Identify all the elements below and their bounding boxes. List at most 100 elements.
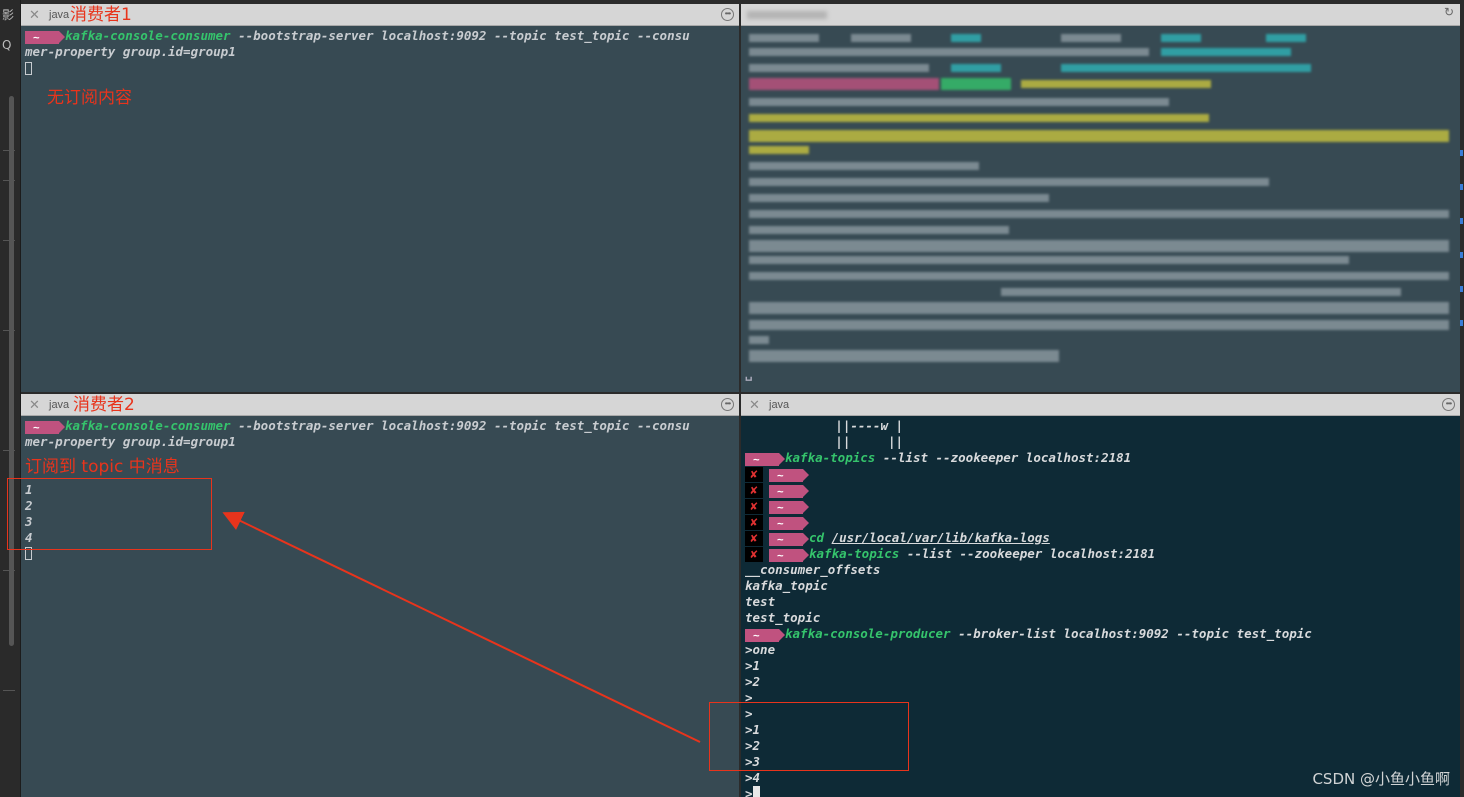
command-name: cd bbox=[809, 530, 825, 545]
terminal-line: test_topic bbox=[745, 610, 820, 626]
output-text: __consumer_offsets bbox=[745, 562, 881, 577]
blurred-text bbox=[749, 98, 1169, 106]
tab-title: java bbox=[49, 9, 70, 21]
terminal-line: __consumer_offsets bbox=[745, 562, 880, 578]
output-text: ||----w | bbox=[745, 418, 904, 433]
close-icon[interactable]: ✕ bbox=[29, 7, 40, 23]
terminal-line: ✘ ~ bbox=[745, 514, 809, 530]
blurred-text bbox=[749, 48, 1149, 56]
output-text: > bbox=[745, 786, 753, 797]
blurred-text bbox=[749, 194, 1049, 202]
terminal-line: test bbox=[745, 594, 775, 610]
left-edge-sidebar: 影 Q bbox=[0, 0, 21, 797]
command-name: kafka-topics bbox=[785, 450, 876, 465]
terminal-line: ||----w | bbox=[745, 418, 903, 434]
output-text: >one bbox=[745, 642, 776, 657]
annotation-received: 订阅到 topic 中消息 bbox=[25, 457, 180, 477]
prompt-badge: ~ bbox=[745, 453, 785, 466]
terminal-line: ~ kafka-console-consumer --bootstrap-serv… bbox=[25, 418, 690, 434]
blurred-text bbox=[749, 162, 979, 170]
command-args: --list --zookeeper localhost:2181 bbox=[899, 546, 1156, 561]
command-args: --broker-list localhost:9092 --topic tes… bbox=[950, 626, 1312, 641]
prompt-badge: ~ bbox=[25, 421, 65, 434]
sidebar-divider bbox=[3, 690, 15, 691]
output-text: test bbox=[745, 594, 776, 609]
close-icon[interactable]: ✕ bbox=[29, 397, 40, 413]
blurred-text bbox=[749, 210, 1449, 218]
command-name: kafka-console-consumer bbox=[65, 28, 231, 43]
terminal-line: ✘ ~ cd /usr/local/var/lib/kafka-logs bbox=[745, 530, 1050, 546]
error-x-icon: ✘ bbox=[745, 531, 763, 546]
tab-title: java bbox=[769, 399, 790, 411]
blurred-text bbox=[749, 272, 1449, 280]
blurred-text bbox=[749, 64, 929, 72]
error-x-icon: ✘ bbox=[745, 499, 763, 514]
annotation-consumer-1: 消费者1 bbox=[70, 5, 132, 25]
command-args: --list --zookeeper localhost:2181 bbox=[875, 450, 1132, 465]
error-x-icon: ✘ bbox=[745, 483, 763, 498]
terminal-cursor bbox=[25, 62, 32, 75]
prompt-badge: ~ bbox=[769, 517, 809, 530]
terminal-pane-blurred[interactable]: ↻ ␣ bbox=[741, 4, 1460, 392]
command-name: kafka-console-consumer bbox=[65, 418, 231, 433]
blurred-text bbox=[749, 256, 1349, 264]
terminal-line: >one bbox=[745, 642, 775, 658]
highlight-box-sent bbox=[709, 702, 909, 771]
more-options-icon[interactable]: ••• bbox=[721, 398, 734, 411]
blurred-text bbox=[951, 64, 1001, 72]
sidebar-scrollbar[interactable] bbox=[9, 96, 14, 646]
blurred-text bbox=[749, 78, 939, 90]
blurred-text bbox=[749, 350, 1059, 362]
terminal-line: kafka_topic bbox=[745, 578, 828, 594]
more-options-icon[interactable]: ••• bbox=[721, 8, 734, 21]
blurred-text bbox=[1161, 34, 1201, 42]
terminal-line: ✘ ~ bbox=[745, 466, 809, 482]
terminal-output[interactable]: ~ kafka-console-consumer --bootstrap-serv… bbox=[21, 26, 739, 392]
output-text: test_topic bbox=[745, 610, 821, 625]
terminal-line: ✘ ~ kafka-topics --list --zookeeper localh… bbox=[745, 546, 1155, 562]
close-icon[interactable]: ✕ bbox=[749, 397, 760, 413]
error-x-icon: ✘ bbox=[745, 467, 763, 482]
blurred-text bbox=[941, 78, 1011, 90]
blurred-text bbox=[749, 130, 1449, 142]
blurred-terminal-output: ␣ bbox=[741, 26, 1460, 392]
terminal-line: mer-property group.id=group1 bbox=[25, 44, 236, 59]
output-text: kafka_topic bbox=[745, 578, 828, 593]
command-args: --bootstrap-server localhost:9092 --topi… bbox=[230, 28, 690, 43]
sidebar-glyph: Q bbox=[2, 38, 12, 52]
error-x-icon: ✘ bbox=[745, 547, 763, 562]
terminal-line: ~ kafka-console-producer --broker-list lo… bbox=[745, 626, 1312, 642]
terminal-line: ✘ ~ bbox=[745, 482, 809, 498]
blurred-text bbox=[1161, 48, 1291, 56]
more-options-icon[interactable]: ••• bbox=[1442, 398, 1455, 411]
output-text: || || bbox=[745, 434, 904, 449]
terminal-cursor-line bbox=[25, 61, 32, 77]
highlight-box-received bbox=[7, 478, 212, 550]
blurred-text bbox=[851, 34, 911, 42]
sidebar-glyph: 影 bbox=[2, 8, 15, 22]
blurred-text bbox=[749, 146, 809, 154]
resize-icon[interactable]: ↻ bbox=[1442, 6, 1455, 21]
terminal-line: ✘ ~ bbox=[745, 498, 809, 514]
terminal-line: ~ kafka-console-consumer --bootstrap-serv… bbox=[25, 28, 690, 44]
pane-tab-bar[interactable]: ↻ bbox=[741, 4, 1460, 26]
terminal-pane-consumer-2[interactable]: ✕ java ••• ~ kafka-console-consumer --boo… bbox=[21, 394, 739, 797]
terminal-pane-consumer-1[interactable]: ✕ java ••• ~ kafka-console-consumer --boo… bbox=[21, 4, 739, 392]
blurred-text bbox=[1266, 34, 1306, 42]
terminal-line: >2 bbox=[745, 674, 760, 690]
prompt-badge: ~ bbox=[769, 501, 809, 514]
prompt-badge: ~ bbox=[769, 549, 809, 562]
blurred-text bbox=[749, 320, 1449, 330]
error-x-icon: ✘ bbox=[745, 515, 763, 530]
terminal-line: >4 bbox=[745, 770, 760, 786]
blurred-text bbox=[749, 240, 1449, 252]
terminal-cursor bbox=[752, 786, 760, 797]
terminal-line: >1 bbox=[745, 658, 760, 674]
annotation-consumer-2: 消费者2 bbox=[73, 395, 135, 415]
pane-tab-bar[interactable]: ✕ java ••• bbox=[741, 394, 1460, 416]
prompt-badge: ~ bbox=[769, 533, 809, 546]
command-args: --bootstrap-server localhost:9092 --topi… bbox=[230, 418, 690, 433]
blurred-text bbox=[1001, 288, 1401, 296]
output-text: >1 bbox=[745, 658, 761, 673]
blurred-text bbox=[749, 302, 1449, 314]
